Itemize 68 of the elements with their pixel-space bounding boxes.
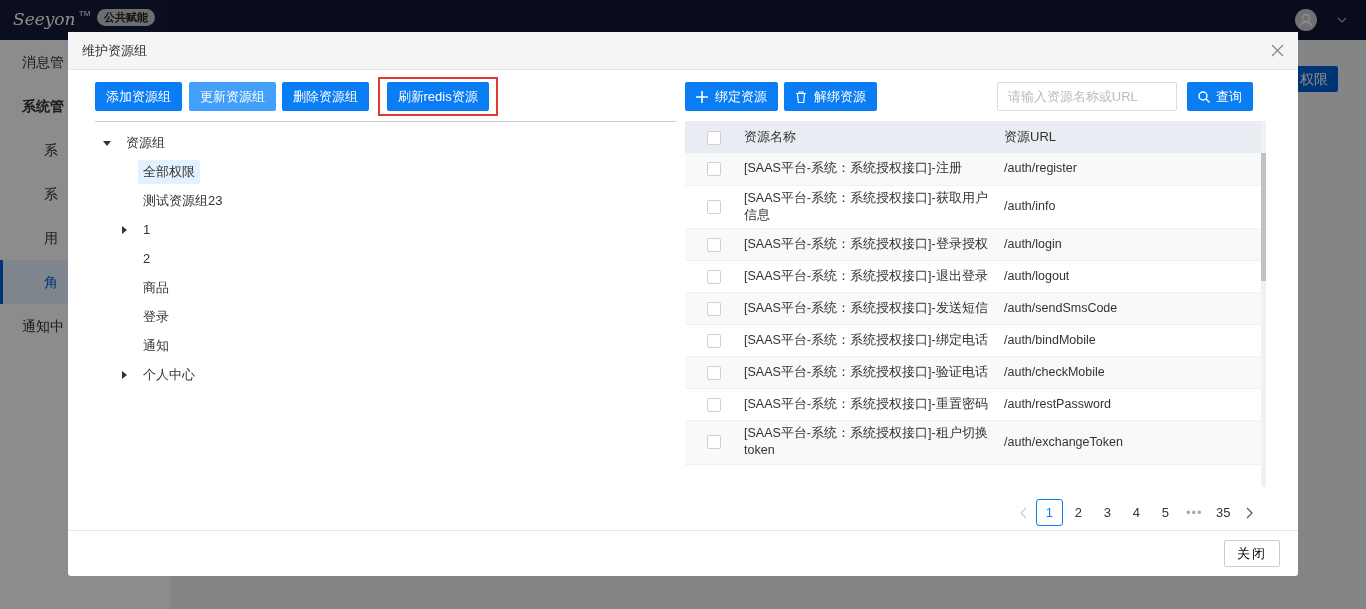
- tree-node[interactable]: 全部权限: [138, 160, 200, 184]
- tree-node[interactable]: 测试资源组23: [138, 189, 228, 213]
- table-cell-text: [SAAS平台-系统：系统授权接口]-发送短信: [744, 300, 988, 317]
- table-cell-text: [SAAS平台-系统：系统授权接口]-绑定电话: [744, 332, 988, 349]
- close-button[interactable]: 关闭: [1224, 540, 1280, 567]
- close-icon[interactable]: [1271, 44, 1284, 57]
- tree-node[interactable]: 1: [138, 218, 156, 242]
- checkbox[interactable]: [707, 435, 721, 450]
- checkbox[interactable]: [707, 237, 721, 252]
- logo: Seeyon: [13, 8, 76, 32]
- chevron-down-icon: [1336, 17, 1347, 23]
- toolbar-button[interactable]: 绑定资源: [685, 82, 778, 111]
- avatar-icon: [1295, 9, 1317, 31]
- app-badge: 公共赋能: [96, 8, 155, 26]
- table-cell-text: [SAAS平台-系统：系统授权接口]-租户切换token: [744, 425, 989, 460]
- table-cell: /auth/bindMobile: [1004, 333, 1096, 347]
- page-button[interactable]: 5: [1151, 499, 1179, 526]
- table-cell: /auth/register: [1004, 161, 1077, 176]
- table-cell-text: [SAAS平台-系统：系统授权接口]-验证电话: [744, 364, 988, 381]
- checkbox[interactable]: [707, 130, 721, 145]
- tree-node[interactable]: 2: [138, 247, 156, 271]
- table-cell: /auth/sendSmsCode: [1004, 301, 1118, 315]
- trademark: TM: [78, 8, 91, 20]
- plus-icon: [696, 90, 708, 103]
- checkbox[interactable]: [707, 161, 721, 176]
- table-cell: /auth/checkMobile: [1004, 365, 1105, 379]
- tree-node[interactable]: 登录: [138, 305, 174, 329]
- toolbar-button[interactable]: 删除资源组: [282, 82, 369, 111]
- tree-node[interactable]: 个人中心: [138, 363, 200, 387]
- column-header: 资源名称: [743, 121, 1003, 153]
- page-button[interactable]: 4: [1122, 499, 1150, 526]
- checkbox[interactable]: [707, 333, 721, 348]
- caret-icon[interactable]: [103, 139, 111, 147]
- scrollbar[interactable]: [1261, 153, 1266, 281]
- table-cell-text: [SAAS平台-系统：系统授权接口]-注册: [744, 160, 962, 178]
- page-button[interactable]: 3: [1093, 499, 1121, 526]
- page-button[interactable]: 1: [1035, 499, 1063, 526]
- table-cell-text: [SAAS平台-系统：系统授权接口]-登录授权: [744, 236, 988, 253]
- toolbar-button[interactable]: 解绑资源: [784, 82, 877, 111]
- search-field[interactable]: 请输入资源名称或URL: [996, 82, 1177, 111]
- tree-node[interactable]: 商品: [138, 276, 174, 300]
- toolbar-button[interactable]: 刷新redis资源: [386, 82, 489, 111]
- table-cell-text: [SAAS平台-系统：系统授权接口]-获取用户信息: [744, 189, 989, 224]
- trash-icon: [795, 90, 807, 103]
- page-button[interactable]: 35: [1209, 499, 1237, 526]
- tree-node[interactable]: 通知: [138, 334, 174, 358]
- modal-title: 维护资源组: [82, 41, 147, 60]
- page-button[interactable]: 2: [1064, 499, 1092, 526]
- toolbar-button[interactable]: 添加资源组: [95, 82, 182, 111]
- search-button[interactable]: 查询: [1186, 82, 1253, 111]
- checkbox[interactable]: [707, 199, 721, 214]
- checkbox[interactable]: [707, 269, 721, 284]
- search-icon: [1197, 90, 1210, 103]
- checkbox[interactable]: [707, 301, 721, 316]
- caret-icon[interactable]: [120, 371, 128, 379]
- column-header: 资源URL: [1003, 121, 1262, 153]
- caret-icon[interactable]: [120, 226, 128, 234]
- table-cell: /auth/logout: [1004, 269, 1070, 283]
- table-cell-text: [SAAS平台-系统：系统授权接口]-重置密码: [744, 396, 988, 413]
- table-cell: /auth/exchangeToken: [1004, 434, 1123, 449]
- tree-node[interactable]: 资源组: [121, 131, 170, 155]
- table-cell: /auth/restPassword: [1004, 397, 1111, 411]
- table-cell: /auth/login: [1004, 237, 1062, 251]
- checkbox[interactable]: [707, 365, 721, 380]
- table-cell-text: [SAAS平台-系统：系统授权接口]-退出登录: [744, 268, 988, 285]
- checkbox[interactable]: [707, 397, 721, 412]
- ellipsis: •••: [1184, 504, 1204, 522]
- table-cell: /auth/info: [1004, 199, 1056, 214]
